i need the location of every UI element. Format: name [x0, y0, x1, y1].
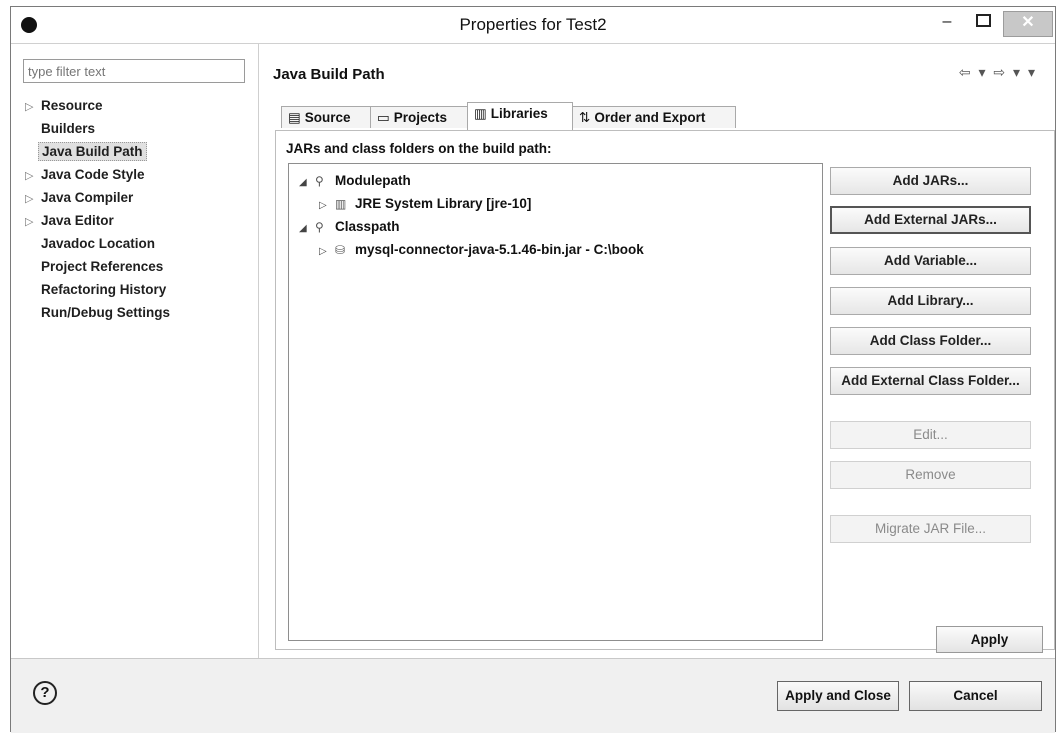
cancel-button[interactable]: Cancel [909, 681, 1042, 711]
expanded-arrow-icon[interactable]: ◢ [299, 218, 315, 240]
nav-item-run-debug-settings[interactable]: Run/Debug Settings [25, 301, 170, 324]
tab-source[interactable]: ▤ Source [281, 106, 371, 128]
add-class-folder-button[interactable]: Add Class Folder... [830, 327, 1031, 355]
expanded-arrow-icon[interactable]: ◢ [299, 172, 315, 194]
filter-input[interactable] [23, 59, 245, 83]
tree-row-mysql-jar[interactable]: ▷ ⛁ mysql-connector-java-5.1.46-bin.jar - … [319, 239, 644, 261]
tab-libraries[interactable]: ▥ Libraries [467, 102, 573, 130]
add-variable-button[interactable]: Add Variable... [830, 247, 1031, 275]
libraries-icon: ▥ [474, 106, 487, 121]
tree-row-modulepath[interactable]: ◢ ⚲ Modulepath [299, 170, 411, 192]
property-page-tree: ▷ Resource Builders Java Build Path ▷ Java Co… [25, 94, 170, 324]
title-bar: Properties for Test2 – ✕ [11, 7, 1055, 44]
nav-item-resource[interactable]: ▷ Resource [25, 94, 170, 117]
nav-item-label: Java Editor [41, 213, 114, 228]
add-jars-button[interactable]: Add JARs... [830, 167, 1031, 195]
tab-order-and-export[interactable]: ⇅ Order and Export [572, 106, 736, 128]
history-nav-arrows[interactable]: ⇦ ▾ ⇨ ▾ ▾ [959, 64, 1037, 81]
apply-and-close-button[interactable]: Apply and Close [777, 681, 899, 711]
library-icon: ▥ [335, 197, 347, 211]
remove-button[interactable]: Remove [830, 461, 1031, 489]
order-export-icon: ⇅ [579, 110, 591, 125]
build-path-label: JARs and class folders on the build path… [286, 141, 552, 156]
source-folder-icon: ▤ [288, 110, 301, 125]
window-title: Properties for Test2 [459, 15, 607, 34]
classpath-icon: ⚲ [315, 220, 324, 234]
libraries-panel: JARs and class folders on the build path… [275, 130, 1055, 650]
nav-item-label: Builders [41, 121, 96, 136]
page-title: Java Build Path [273, 66, 385, 83]
nav-item-label: Java Build Path [38, 142, 147, 161]
nav-item-java-build-path[interactable]: Java Build Path [25, 140, 170, 163]
nav-item-java-compiler[interactable]: ▷ Java Compiler [25, 186, 170, 209]
nav-item-builders[interactable]: Builders [25, 117, 170, 140]
expand-arrow-icon[interactable]: ▷ [25, 211, 41, 234]
expand-arrow-icon[interactable]: ▷ [25, 188, 41, 211]
nav-item-java-editor[interactable]: ▷ Java Editor [25, 209, 170, 232]
maximize-button[interactable] [967, 11, 999, 35]
nav-item-refactoring-history[interactable]: Refactoring History [25, 278, 170, 301]
apply-button[interactable]: Apply [936, 626, 1043, 653]
properties-dialog: Properties for Test2 – ✕ ▷ResourceBuilde… [10, 6, 1056, 733]
build-path-tree[interactable]: ◢ ⚲ Modulepath ▷ ▥ JRE System Library [jre-1… [288, 163, 823, 641]
help-icon[interactable]: ? [33, 681, 57, 705]
add-external-class-folder-button[interactable]: Add External Class Folder... [830, 367, 1031, 395]
modulepath-icon: ⚲ [315, 174, 324, 188]
dialog-footer: ? Apply and Close Cancel [11, 658, 1055, 733]
nav-item-label: Javadoc Location [41, 236, 156, 251]
nav-item-label: Refactoring History [41, 282, 167, 297]
nav-item-java-code-style[interactable]: ▷ Java Code Style [25, 163, 170, 186]
tree-row-classpath[interactable]: ◢ ⚲ Classpath [299, 216, 400, 238]
expand-arrow-icon[interactable]: ▷ [25, 165, 41, 188]
right-pane: Java Build Path ⇦ ▾ ⇨ ▾ ▾ ▤ Source ▭ Proje… [259, 44, 1055, 658]
collapsed-arrow-icon[interactable]: ▷ [319, 195, 335, 217]
nav-item-label: Resource [41, 98, 103, 113]
tree-row-jre-library[interactable]: ▷ ▥ JRE System Library [jre-10] [319, 193, 531, 215]
nav-item-label: Java Compiler [41, 190, 134, 205]
nav-item-label: Run/Debug Settings [41, 305, 170, 320]
nav-item-project-references[interactable]: Project References [25, 255, 170, 278]
add-library-button[interactable]: Add Library... [830, 287, 1031, 315]
add-external-jars-button[interactable]: Add External JARs... [830, 206, 1031, 234]
left-pane: ▷ResourceBuildersJava Build Path▷Java Co… [11, 44, 259, 658]
projects-icon: ▭ [377, 110, 390, 125]
maximize-icon [975, 13, 991, 27]
nav-item-label: Project References [41, 259, 164, 274]
collapsed-arrow-icon[interactable]: ▷ [319, 241, 335, 263]
nav-item-javadoc-location[interactable]: Javadoc Location [25, 232, 170, 255]
nav-item-label: Java Code Style [41, 167, 145, 182]
expand-arrow-icon[interactable]: ▷ [25, 96, 41, 119]
close-button[interactable]: ✕ [1003, 11, 1053, 37]
edit-button[interactable]: Edit... [830, 421, 1031, 449]
tab-projects[interactable]: ▭ Projects [370, 106, 468, 128]
migrate-jar-button[interactable]: Migrate JAR File... [830, 515, 1031, 543]
minimize-button[interactable]: – [931, 11, 963, 35]
jar-icon: ⛁ [335, 243, 346, 257]
